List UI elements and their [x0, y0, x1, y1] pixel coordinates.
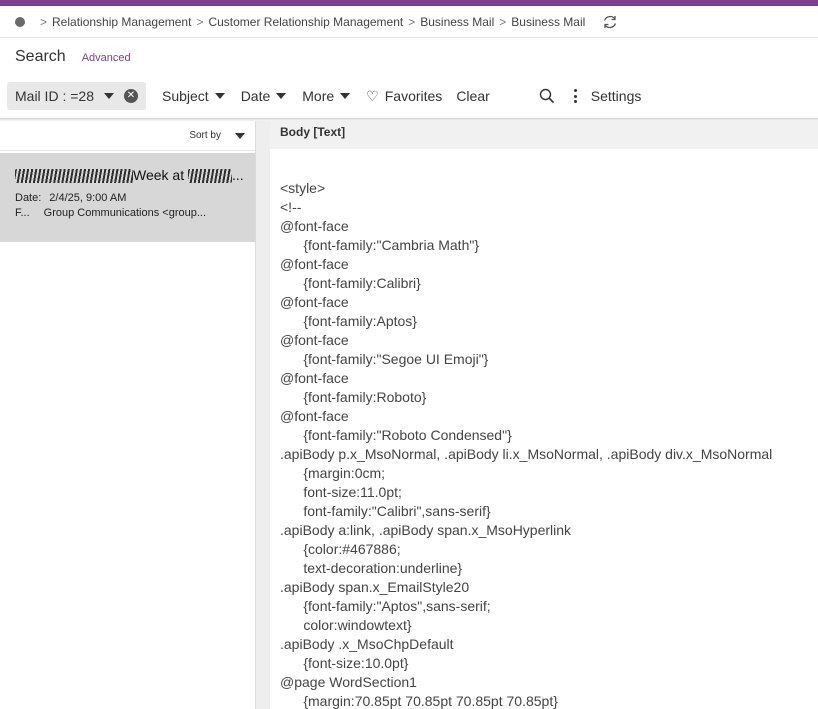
body-line: {font-family:"Aptos",sans-serif;	[280, 598, 491, 614]
body-line: @font-face	[280, 370, 349, 386]
mail-id-filter-label: Mail ID : =28	[15, 88, 94, 104]
breadcrumb-item-business-mail-current: Business Mail	[511, 14, 586, 29]
mail-subject: Week at ...	[15, 167, 255, 187]
body-line: {color:#467886;	[280, 541, 401, 557]
body-line: color:windowtext}	[280, 617, 412, 633]
advanced-search-link[interactable]: Advanced	[82, 52, 131, 64]
subject-filter-button[interactable]: Subject	[162, 88, 225, 104]
clear-chip-icon[interactable]: ✕	[123, 89, 138, 103]
body-line: {font-family:"Segoe UI Emoji"}	[280, 351, 489, 367]
more-options-icon[interactable]	[573, 89, 577, 103]
mail-from-value: Group Communications <group...	[43, 207, 207, 219]
clear-button[interactable]: Clear	[456, 88, 489, 104]
breadcrumb-item-business-mail[interactable]: Business Mail	[420, 15, 494, 29]
refresh-icon[interactable]	[601, 13, 619, 31]
mail-body-text: <style> <!-- @font-face {font-family:"Camb…	[280, 179, 772, 709]
redacted-text	[188, 169, 232, 184]
mail-list-pane: Sort by Week at ... Date: 2/4/25, 9:00 AM…	[0, 121, 256, 709]
body-line: .apiBody a:link, .apiBody span.x_MsoHype…	[280, 522, 572, 538]
caret-down-icon[interactable]	[103, 93, 114, 99]
search-icon[interactable]	[538, 87, 556, 105]
sort-bar: Sort by	[0, 121, 255, 151]
page-title: Search	[15, 48, 66, 65]
body-line: @font-face	[280, 408, 349, 424]
settings-button[interactable]: Settings	[591, 88, 642, 104]
body-line: .apiBody p.x_MsoNormal, .apiBody li.x_Ms…	[280, 446, 773, 462]
breadcrumb: > Relationship Management > Customer Rel…	[0, 6, 818, 38]
body-line: {font-family:"Roboto Condensed"}	[280, 427, 512, 443]
body-line: {margin:0cm;	[280, 465, 386, 481]
body-line: .apiBody .x_MsoChpDefault	[280, 636, 454, 652]
mail-detail-pane: Body [Text] <style> <!-- @font-face {font-…	[270, 121, 818, 709]
chevron-right-icon: >	[408, 14, 416, 29]
body-line: @font-face	[280, 218, 349, 234]
body-line: @font-face	[280, 256, 349, 272]
mail-from-label: F...	[15, 207, 30, 219]
body-line: <style>	[280, 180, 326, 196]
sort-by-button[interactable]: Sort by	[189, 130, 221, 141]
home-dot-icon[interactable]	[15, 16, 25, 27]
body-line: {font-size:10.0pt}	[280, 655, 409, 671]
date-filter-button[interactable]: Date	[241, 88, 287, 104]
breadcrumb-item-relationship-management[interactable]: Relationship Management	[52, 15, 191, 29]
breadcrumb-item-customer-relationship-management[interactable]: Customer Relationship Management	[208, 15, 403, 29]
body-line: {font-family:Calibri}	[280, 275, 421, 291]
search-header: Search Advanced	[15, 48, 131, 66]
mail-date-label: Date:	[15, 192, 42, 204]
body-line: {font-family:Roboto}	[280, 389, 427, 405]
subject-filter-label: Subject	[161, 88, 209, 104]
body-line: @font-face	[280, 332, 349, 348]
body-line: {margin:70.85pt 70.85pt 70.85pt 70.85pt}	[280, 693, 558, 709]
mail-subject-text: Week at	[133, 167, 185, 183]
caret-down-icon	[276, 93, 287, 99]
favorites-button[interactable]: ♡ Favorites	[366, 88, 442, 105]
filter-bar: Mail ID : =28 ✕ Subject Date More ♡ Favo…	[7, 82, 641, 110]
mail-from: F... Group Communications <group...	[15, 207, 255, 219]
body-line: {font-family:Aptos}	[280, 313, 417, 329]
date-filter-label: Date	[240, 88, 271, 104]
more-filter-button[interactable]: More	[302, 88, 351, 104]
clear-label: Clear	[456, 88, 490, 104]
mail-date: Date: 2/4/25, 9:00 AM	[15, 192, 255, 204]
mail-id-filter-chip[interactable]: Mail ID : =28 ✕	[7, 82, 146, 110]
body-line: <!--	[280, 199, 302, 215]
body-line: font-size:11.0pt;	[280, 484, 402, 500]
pane-splitter[interactable]	[256, 121, 270, 709]
more-filter-label: More	[302, 88, 335, 104]
body-section-header: Body [Text]	[270, 121, 818, 149]
caret-down-icon	[340, 93, 351, 99]
chevron-right-icon: >	[196, 14, 204, 29]
body-line: font-family:"Calibri",sans-serif}	[280, 503, 491, 519]
body-line: text-decoration:underline}	[280, 560, 463, 576]
mail-date-value: 2/4/25, 9:00 AM	[49, 192, 127, 204]
chevron-right-icon: >	[499, 14, 507, 29]
caret-down-icon	[214, 93, 225, 99]
body-line: {font-family:"Cambria Math"}	[280, 237, 480, 253]
caret-down-icon[interactable]	[235, 132, 245, 139]
body-line: @page WordSection1	[280, 674, 417, 690]
body-line: .apiBody span.x_EmailStyle20	[280, 579, 470, 595]
redacted-text	[15, 169, 133, 184]
list-item[interactable]: Week at ... Date: 2/4/25, 9:00 AM F... Gro…	[0, 153, 255, 242]
favorites-label: Favorites	[384, 88, 443, 104]
body-line: @font-face	[280, 294, 349, 310]
heart-icon: ♡	[366, 87, 379, 104]
chevron-right-icon: >	[40, 14, 48, 29]
